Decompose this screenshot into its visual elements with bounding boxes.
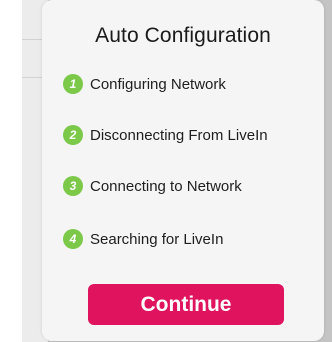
continue-button[interactable]: Continue (88, 284, 284, 325)
step-item: 2 Disconnecting From LiveIn (63, 123, 268, 147)
step-number-badge: 4 (63, 229, 83, 249)
screen: Auto Configuration 1 Configuring Network… (0, 0, 332, 342)
step-item: 3 Connecting to Network (63, 174, 242, 198)
background-divider (22, 77, 42, 78)
step-label: Searching for LiveIn (90, 230, 224, 248)
auto-configuration-dialog: Auto Configuration 1 Configuring Network… (42, 0, 324, 341)
step-label: Connecting to Network (90, 177, 242, 195)
step-label: Disconnecting From LiveIn (90, 126, 268, 144)
step-number-badge: 3 (63, 176, 83, 196)
step-number-badge: 2 (63, 125, 83, 145)
step-label: Configuring Network (90, 75, 226, 93)
step-item: 1 Configuring Network (63, 72, 226, 96)
step-item: 4 Searching for LiveIn (63, 227, 223, 251)
background-divider (22, 39, 42, 40)
step-number-badge: 1 (63, 74, 83, 94)
dialog-title: Auto Configuration (95, 24, 271, 47)
